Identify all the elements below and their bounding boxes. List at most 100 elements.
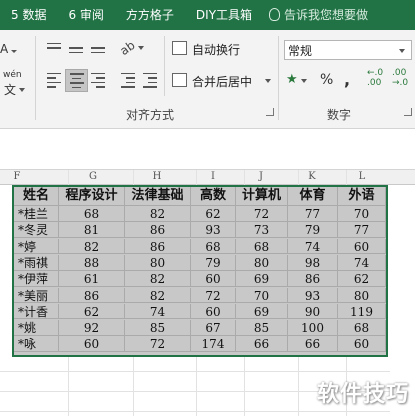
alignment-launcher-icon[interactable]	[266, 108, 274, 116]
header-cell[interactable]: 程序设计	[59, 187, 125, 206]
name-cell[interactable]: *雨祺	[14, 254, 59, 271]
score-cell[interactable]: 60	[338, 238, 386, 255]
score-cell[interactable]: 69	[236, 303, 288, 320]
score-cell[interactable]: 82	[125, 287, 191, 304]
score-cell[interactable]: 80	[236, 254, 288, 271]
align-middle-button[interactable]	[66, 38, 86, 58]
tab-review[interactable]: 6 审阅	[57, 0, 114, 30]
decrease-decimal-button[interactable]: .00 →.0	[392, 68, 408, 88]
score-cell[interactable]: 119	[338, 303, 386, 320]
score-cell[interactable]: 90	[288, 303, 338, 320]
score-cell[interactable]: 67	[191, 320, 236, 336]
align-right-button[interactable]	[88, 70, 108, 90]
score-cell[interactable]: 68	[191, 238, 236, 255]
score-cell[interactable]: 73	[236, 222, 288, 238]
tab-data[interactable]: 5 数据	[0, 0, 57, 30]
score-cell[interactable]: 93	[288, 287, 338, 304]
decrease-indent-button[interactable]	[118, 70, 138, 90]
score-cell[interactable]: 79	[191, 254, 236, 271]
number-launcher-icon[interactable]	[404, 108, 412, 116]
column-header-k[interactable]: K	[287, 170, 337, 184]
score-cell[interactable]: 86	[125, 238, 191, 255]
score-cell[interactable]: 77	[338, 222, 386, 238]
score-cell[interactable]: 61	[59, 271, 125, 287]
comma-button[interactable]: ,	[344, 70, 350, 89]
name-cell[interactable]: *婷	[14, 238, 59, 255]
score-cell[interactable]: 81	[59, 222, 125, 238]
score-cell[interactable]: 93	[191, 222, 236, 238]
score-cell[interactable]: 92	[59, 320, 125, 336]
header-cell[interactable]: 法律基础	[125, 187, 191, 206]
score-cell[interactable]: 66	[236, 336, 288, 353]
score-cell[interactable]: 66	[288, 336, 338, 353]
score-cell[interactable]: 68	[59, 206, 125, 222]
name-cell[interactable]: *桂兰	[14, 206, 59, 222]
score-cell[interactable]: 100	[288, 320, 338, 336]
score-cell[interactable]: 85	[125, 320, 191, 336]
score-cell[interactable]: 68	[338, 320, 386, 336]
phonetic-guide-button[interactable]: wén	[3, 70, 22, 80]
align-bottom-button[interactable]	[88, 38, 108, 58]
orientation-button[interactable]: ab	[117, 38, 146, 58]
score-cell[interactable]: 60	[191, 303, 236, 320]
merge-center-button[interactable]: 合并后居中	[192, 73, 252, 90]
score-cell[interactable]: 72	[125, 336, 191, 353]
score-cell[interactable]: 82	[125, 206, 191, 222]
header-cell[interactable]: 体育	[288, 187, 338, 206]
score-cell[interactable]: 60	[191, 271, 236, 287]
score-cell[interactable]: 82	[59, 238, 125, 255]
score-cell[interactable]: 62	[338, 271, 386, 287]
score-cell[interactable]: 80	[338, 287, 386, 304]
column-header-l[interactable]: L	[337, 170, 387, 184]
name-cell[interactable]: *伊萍	[14, 271, 59, 287]
align-top-button[interactable]	[44, 38, 64, 58]
increase-indent-button[interactable]	[140, 70, 160, 90]
score-cell[interactable]: 79	[288, 222, 338, 238]
score-cell[interactable]: 77	[288, 206, 338, 222]
tab-fangfang[interactable]: 方方格子	[115, 0, 185, 30]
score-cell[interactable]: 98	[288, 254, 338, 271]
score-cell[interactable]: 88	[59, 254, 125, 271]
score-cell[interactable]: 86	[59, 287, 125, 304]
score-cell[interactable]: 70	[338, 206, 386, 222]
score-cell[interactable]: 86	[288, 271, 338, 287]
name-cell[interactable]: *咏	[14, 336, 59, 353]
score-cell[interactable]: 62	[191, 206, 236, 222]
score-cell[interactable]: 80	[125, 254, 191, 271]
align-left-button[interactable]	[44, 70, 64, 90]
score-cell[interactable]: 74	[288, 238, 338, 255]
score-cell[interactable]: 68	[236, 238, 288, 255]
name-cell[interactable]: *冬灵	[14, 222, 59, 238]
number-format-select[interactable]: 常规	[284, 40, 412, 60]
score-cell[interactable]: 74	[338, 254, 386, 271]
score-cell[interactable]: 60	[338, 336, 386, 353]
tab-diy-toolbox[interactable]: DIY工具箱	[185, 0, 263, 30]
column-header-g[interactable]: G	[63, 170, 123, 184]
tell-me-box[interactable]: 告诉我您想要做	[263, 0, 379, 30]
score-cell[interactable]: 70	[236, 287, 288, 304]
score-cell[interactable]: 72	[191, 287, 236, 304]
name-cell[interactable]: *姚	[14, 320, 59, 336]
score-cell[interactable]: 62	[59, 303, 125, 320]
score-cell[interactable]: 82	[125, 271, 191, 287]
header-cell[interactable]: 高数	[191, 187, 236, 206]
header-cell[interactable]: 计算机	[236, 187, 288, 206]
header-cell[interactable]: 姓名	[14, 187, 59, 206]
score-cell[interactable]: 86	[125, 222, 191, 238]
merge-dropdown-icon[interactable]	[265, 79, 271, 83]
accounting-format-button[interactable]: ★	[286, 72, 307, 87]
column-header-j[interactable]: J	[235, 170, 287, 184]
align-center-button[interactable]	[65, 69, 88, 92]
score-cell[interactable]: 174	[191, 336, 236, 353]
score-cell[interactable]: 85	[236, 320, 288, 336]
selected-range[interactable]: 姓名 程序设计 法律基础 高数 计算机 体育 外语 *桂兰 68 82 62 72 77 7…	[12, 185, 388, 357]
phonetic-dropdown-icon[interactable]	[19, 88, 25, 92]
score-cell[interactable]: 74	[125, 303, 191, 320]
score-cell[interactable]: 72	[236, 206, 288, 222]
name-cell[interactable]: *美丽	[14, 287, 59, 304]
font-size-decrease-button[interactable]: A	[0, 42, 18, 56]
column-header-i[interactable]: I	[191, 170, 235, 184]
header-cell[interactable]: 外语	[338, 187, 386, 206]
increase-decimal-button[interactable]: ←.0 .00	[367, 68, 383, 88]
score-cell[interactable]: 60	[59, 336, 125, 353]
